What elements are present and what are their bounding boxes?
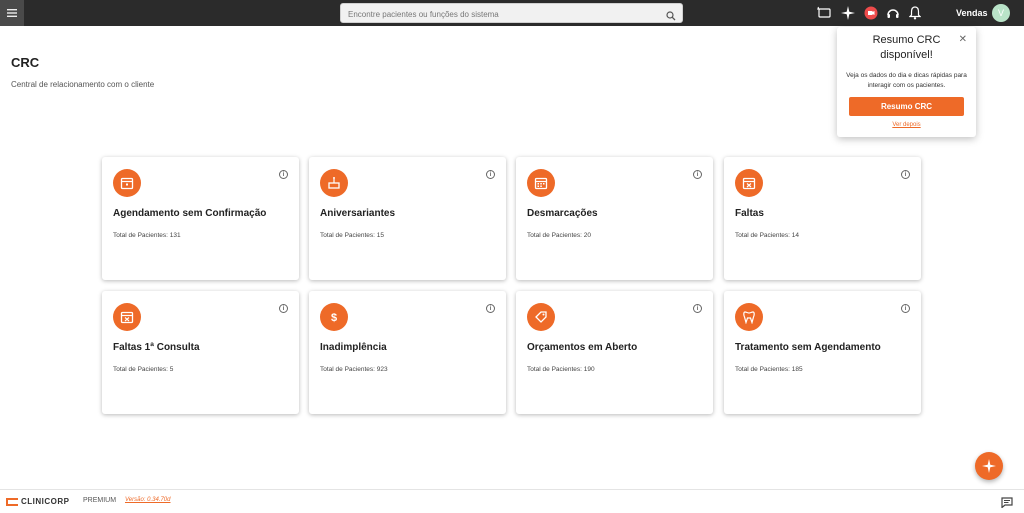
card-title: Desmarcações: [527, 208, 598, 219]
card-title: Faltas 1ª Consulta: [113, 342, 200, 353]
hamburger-icon: [7, 9, 17, 17]
card-desmarcacoes[interactable]: i Desmarcações Total de Pacientes: 20: [516, 157, 713, 280]
plan-label: PREMIUM: [83, 497, 117, 504]
info-icon[interactable]: i: [901, 170, 910, 179]
info-icon[interactable]: i: [279, 304, 288, 313]
dollar-icon: $: [320, 303, 348, 331]
sparkle-icon: [982, 459, 996, 473]
card-total: Total de Pacientes: 14: [735, 232, 799, 239]
card-inadimplencia[interactable]: $ i Inadimplência Total de Pacientes: 92…: [309, 291, 506, 414]
calendar-icon: [113, 169, 141, 197]
crc-summary-popup: Resumo CRC disponível! ✕ Veja os dados d…: [837, 27, 976, 137]
calendar-x-icon: [113, 303, 141, 331]
card-total: Total de Pacientes: 131: [113, 232, 181, 239]
calendar-x-icon: [735, 169, 763, 197]
card-total: Total de Pacientes: 185: [735, 366, 803, 373]
info-icon[interactable]: i: [693, 304, 702, 313]
menu-button[interactable]: [0, 0, 24, 26]
card-title: Faltas: [735, 208, 764, 219]
svg-text:$: $: [331, 312, 337, 324]
card-title: Agendamento sem Confirmação: [113, 208, 267, 219]
card-total: Total de Pacientes: 20: [527, 232, 591, 239]
avatar[interactable]: V: [992, 4, 1010, 22]
ver-depois-link[interactable]: Ver depois: [837, 122, 976, 128]
info-icon[interactable]: i: [279, 170, 288, 179]
version-link[interactable]: Versão: 0.34.70d: [125, 497, 170, 503]
card-tratamento-sem-agendamento[interactable]: i Tratamento sem Agendamento Total de Pa…: [724, 291, 921, 414]
card-total: Total de Pacientes: 5: [113, 366, 174, 373]
support-icon[interactable]: [885, 5, 901, 21]
info-icon[interactable]: i: [486, 304, 495, 313]
popup-text: Veja os dados do dia e dicas rápidas par…: [846, 72, 967, 89]
search-input[interactable]: [341, 5, 682, 24]
card-title: Orçamentos em Aberto: [527, 342, 638, 353]
top-bar: Vendas V: [0, 0, 1024, 26]
video-icon[interactable]: [863, 5, 879, 21]
resumo-crc-button[interactable]: Resumo CRC: [849, 97, 964, 116]
tv-icon[interactable]: [816, 5, 832, 21]
close-icon[interactable]: ✕: [959, 34, 967, 45]
card-faltas-primeira-consulta[interactable]: i Faltas 1ª Consulta Total de Pacientes:…: [102, 291, 299, 414]
search-box: [340, 3, 683, 26]
sparkle-icon[interactable]: [840, 5, 856, 21]
card-total: Total de Pacientes: 190: [527, 366, 595, 373]
sparkle-fab-button[interactable]: [975, 452, 1003, 480]
chat-icon[interactable]: [1001, 495, 1013, 513]
bell-icon[interactable]: [907, 5, 923, 21]
card-orcamentos-em-aberto[interactable]: i Orçamentos em Aberto Total de Paciente…: [516, 291, 713, 414]
card-faltas[interactable]: i Faltas Total de Pacientes: 14: [724, 157, 921, 280]
card-title: Inadimplência: [320, 342, 387, 353]
tooth-icon: [735, 303, 763, 331]
calendar-grid-icon: [527, 169, 555, 197]
footer: CLINICORP PREMIUM Versão: 0.34.70d: [0, 489, 1024, 511]
card-title: Tratamento sem Agendamento: [735, 342, 881, 353]
card-title: Aniversariantes: [320, 208, 396, 219]
page-subtitle: Central de relacionamento com o cliente: [11, 80, 155, 89]
clinicorp-logo: CLINICORP: [6, 497, 70, 506]
logo-mark: [6, 497, 18, 506]
info-icon[interactable]: i: [901, 304, 910, 313]
info-icon[interactable]: i: [693, 170, 702, 179]
tag-icon: [527, 303, 555, 331]
popup-title: Resumo CRC disponível!: [872, 34, 941, 61]
info-icon[interactable]: i: [486, 170, 495, 179]
card-agendamento-sem-confirmacao[interactable]: i Agendamento sem Confirmação Total de P…: [102, 157, 299, 280]
cake-icon: [320, 169, 348, 197]
page-title: CRC: [11, 55, 40, 70]
card-total: Total de Pacientes: 923: [320, 366, 388, 373]
user-name[interactable]: Vendas: [956, 8, 988, 18]
search-icon[interactable]: [666, 8, 676, 26]
card-total: Total de Pacientes: 15: [320, 232, 384, 239]
brand-name: CLINICORP: [21, 497, 70, 506]
card-aniversariantes[interactable]: i Aniversariantes Total de Pacientes: 15: [309, 157, 506, 280]
